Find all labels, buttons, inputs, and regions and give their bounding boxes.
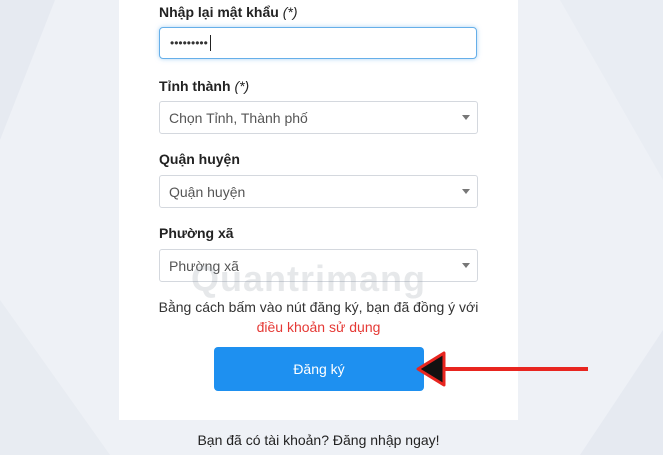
required-mark: (*) (282, 4, 298, 20)
red-pointer-arrow-icon (416, 351, 588, 387)
district-select[interactable]: Quận huyện (159, 175, 478, 208)
dropdown-caret-icon (462, 263, 470, 268)
province-select-value: Chọn Tỉnh, Thành phố (169, 109, 308, 126)
district-label: Quận huyện (159, 151, 240, 167)
have-account-text: Bạn đã có tài khoản? (197, 432, 329, 448)
terms-link[interactable]: điều khoản sử dụng (119, 319, 518, 335)
password-mask: ••••••••• (170, 36, 208, 50)
dropdown-caret-icon (462, 115, 470, 120)
text-cursor (209, 35, 211, 51)
province-select[interactable]: Chọn Tỉnh, Thành phố (159, 101, 478, 134)
district-select-value: Quận huyện (169, 183, 246, 200)
required-mark: (*) (234, 78, 250, 94)
district-label-text: Quận huyện (159, 151, 240, 167)
register-button[interactable]: Đăng ký (214, 347, 424, 391)
confirm-password-label-text: Nhập lại mật khẩu (159, 4, 279, 20)
ward-select[interactable]: Phường xã (159, 249, 478, 282)
province-label: Tỉnh thành (*) (159, 78, 249, 94)
terms-text: Bằng cách bấm vào nút đăng ký, bạn đã đồ… (158, 299, 479, 315)
confirm-password-input[interactable]: ••••••••• (159, 27, 477, 59)
dropdown-caret-icon (462, 189, 470, 194)
login-link[interactable]: Đăng nhập ngay! (333, 432, 440, 448)
ward-select-value: Phường xã (169, 257, 239, 274)
confirm-password-label: Nhập lại mật khẩu (*) (159, 4, 297, 20)
login-prompt: Bạn đã có tài khoản? Đăng nhập ngay! (0, 432, 637, 448)
province-label-text: Tỉnh thành (159, 78, 231, 94)
ward-label: Phường xã (159, 225, 234, 241)
ward-label-text: Phường xã (159, 225, 234, 241)
